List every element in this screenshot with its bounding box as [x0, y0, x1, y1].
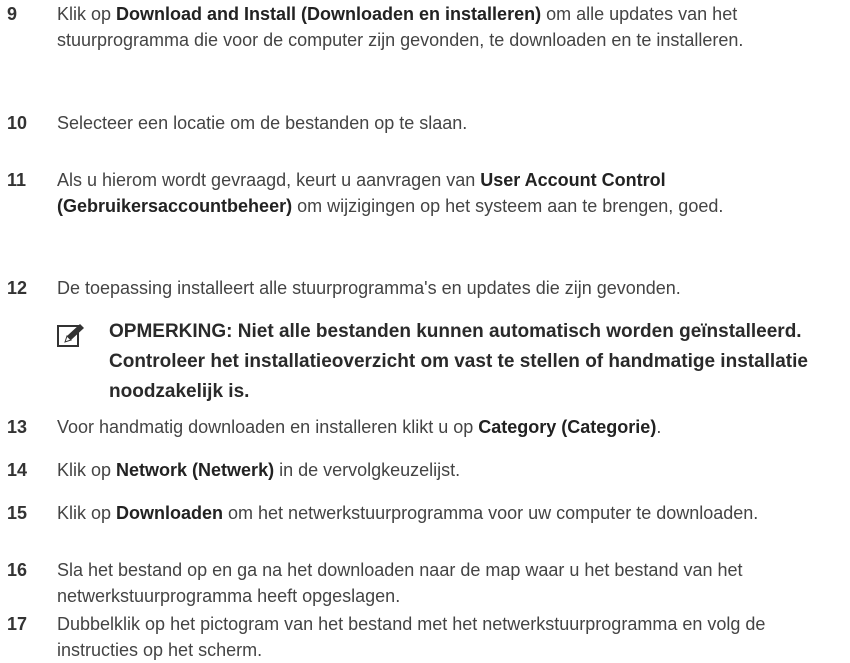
ui-term: Downloaden — [116, 503, 224, 523]
pencil-note-icon — [57, 324, 84, 347]
step-number: 15 — [7, 503, 28, 523]
step-number: 16 — [7, 560, 28, 580]
step-text: Dubbelklik op het pictogram van het best… — [57, 614, 766, 660]
step-text-part: in de vervolgkeuzelijst. — [274, 460, 461, 480]
step-number: 11 — [7, 170, 27, 190]
ui-term: Network (Netwerk) — [116, 460, 275, 480]
step-text-part: Klik op — [57, 503, 117, 523]
note-text: OPMERKING: Niet alle bestanden kunnen au… — [109, 321, 808, 402]
step-text-part: Klik op — [57, 4, 117, 24]
step-number: 13 — [7, 417, 28, 437]
ui-term: Download and Install (Downloaden en inst… — [116, 4, 542, 24]
step-text: Klik op Download and Install (Downloaden… — [57, 1, 837, 53]
step-number: 9 — [7, 4, 18, 24]
step-number: 12 — [7, 278, 28, 298]
step-number: 14 — [7, 460, 28, 480]
ui-term: Category (Categorie) — [478, 417, 657, 437]
step-text-part: om wijzigingen op het systeem aan te bre… — [292, 196, 724, 216]
step-number: 10 — [7, 113, 28, 133]
step-number: 17 — [7, 614, 28, 634]
instruction-page: 9 Klik op Download and Install (Download… — [0, 0, 850, 660]
step-text: Sla het bestand op en ga na het download… — [57, 560, 743, 606]
step-text-part: Als u hierom wordt gevraagd, keurt u aan… — [57, 170, 481, 190]
step-text-part: om het netwerkstuurprogramma voor uw com… — [223, 503, 759, 523]
step-text-part: Klik op — [57, 460, 117, 480]
step-text: Voor handmatig downloaden en installeren… — [57, 414, 837, 440]
step-text-part: . — [656, 417, 662, 437]
step-text: Klik op Downloaden om het netwerkstuurpr… — [57, 500, 837, 526]
step-text: De toepassing installeert alle stuurprog… — [57, 278, 681, 298]
step-text: Klik op Network (Netwerk) in de vervolgk… — [57, 457, 837, 483]
step-text-part: Voor handmatig downloaden en installeren… — [57, 417, 479, 437]
step-text: Als u hierom wordt gevraagd, keurt u aan… — [57, 167, 837, 219]
step-text: Selecteer een locatie om de bestanden op… — [57, 113, 468, 133]
